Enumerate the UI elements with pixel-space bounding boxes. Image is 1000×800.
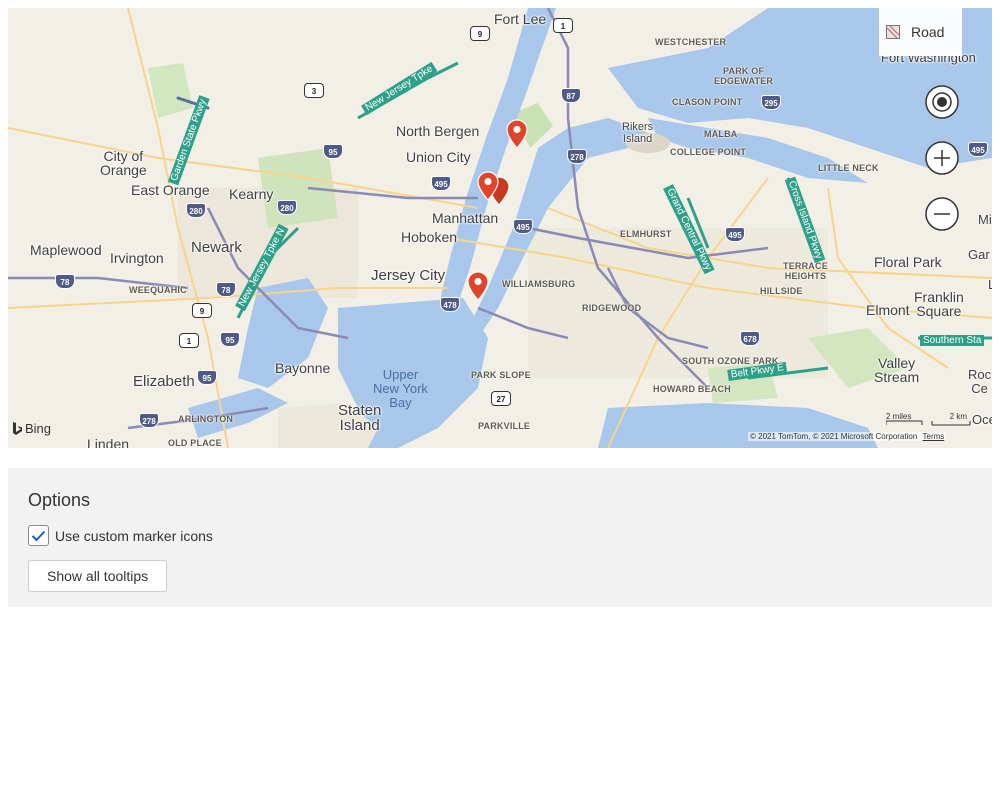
route-shield-280b: 280 <box>277 200 297 215</box>
label-howard-beach: HOWARD BEACH <box>653 384 731 394</box>
route-shield-278: 278 <box>567 149 587 164</box>
route-shield-95: 95 <box>323 144 343 159</box>
route-shield-3: 3 <box>304 83 324 98</box>
map-marker-pin[interactable] <box>506 119 528 149</box>
terms-link[interactable]: Terms <box>923 432 945 441</box>
label-old-place: OLD PLACE <box>168 438 222 448</box>
show-all-tooltips-button[interactable]: Show all tooltips <box>28 560 168 592</box>
map-style-label: Road <box>911 24 945 40</box>
custom-icons-option[interactable]: Use custom marker icons <box>28 525 972 546</box>
route-shield-78b: 78 <box>216 282 236 297</box>
label-newark: Newark <box>191 239 242 256</box>
label-park-slope: PARK SLOPE <box>471 370 531 380</box>
checkmark-icon <box>31 530 46 541</box>
label-kearny: Kearny <box>229 186 274 202</box>
label-east-orange: East Orange <box>131 182 210 198</box>
route-shield-95c: 95 <box>197 370 217 385</box>
label-rikers-island: Rikers Island <box>622 121 654 145</box>
custom-icons-checkbox[interactable] <box>28 525 49 546</box>
label-edge-l: L <box>988 277 992 292</box>
options-panel: Options Use custom marker icons Show all… <box>8 468 992 607</box>
map-marker-pin[interactable] <box>477 171 499 201</box>
label-irvington: Irvington <box>110 250 164 266</box>
label-arlington: ARLINGTON <box>178 414 234 424</box>
route-shield-495b: 495 <box>513 219 533 234</box>
label-parkville: PARKVILLE <box>478 421 531 431</box>
label-ridgewood: RIDGEWOOD <box>582 303 642 313</box>
route-shield-278b: 278 <box>139 413 159 428</box>
label-edge-roc: Roc Ce <box>968 367 992 396</box>
map-marker-pin[interactable] <box>467 271 489 301</box>
label-upper-ny-bay: Upper New York Bay <box>373 367 428 410</box>
route-shield-78a: 78 <box>55 274 75 289</box>
scale-line <box>886 420 971 426</box>
label-floral-park: Floral Park <box>874 254 942 270</box>
label-elmont: Elmont <box>866 302 910 318</box>
label-williamsburg: WILLIAMSBURG <box>502 279 576 289</box>
label-little-neck: LITTLE NECK <box>818 163 879 173</box>
road-style-icon <box>886 25 900 39</box>
copyright-text: © 2021 TomTom, © 2021 Microsoft Corporat… <box>750 432 918 441</box>
route-shield-495: 495 <box>431 176 451 191</box>
map-view[interactable]: Fort Lee North Bergen Union City City of… <box>8 8 992 448</box>
label-clason-point: CLASON POINT <box>672 97 743 107</box>
label-bayonne: Bayonne <box>275 360 331 376</box>
zoom-out-button[interactable] <box>922 194 962 234</box>
label-elmhurst: ELMHURST <box>620 229 672 239</box>
map-copyright: © 2021 TomTom, © 2021 Microsoft Corporat… <box>748 432 947 441</box>
label-edge-mi: Mi <box>978 212 992 227</box>
route-shield-1b: 1 <box>179 333 199 348</box>
label-southern-state: Southern Sta <box>920 335 985 346</box>
route-shield-87: 87 <box>561 88 581 103</box>
route-shield-27: 27 <box>491 391 511 406</box>
label-fort-lee: Fort Lee <box>494 11 547 27</box>
label-edge-oce: Oce <box>972 412 992 427</box>
route-shield-495-edge: 495 <box>968 142 988 157</box>
label-franklin-square: Franklin Square <box>914 289 964 319</box>
label-westchester: WESTCHESTER <box>655 37 727 47</box>
custom-icons-label: Use custom marker icons <box>55 527 213 544</box>
label-manhattan: Manhattan <box>432 210 499 226</box>
label-hoboken: Hoboken <box>401 229 458 245</box>
label-park-of-edgewater: PARK OF EDGEWATER <box>714 66 774 86</box>
map-style-button[interactable]: Road <box>879 8 962 56</box>
label-jersey-city: Jersey City <box>371 267 446 284</box>
locate-me-button[interactable] <box>922 82 962 122</box>
label-college-point: COLLEGE POINT <box>670 147 747 157</box>
bing-logo: Bing <box>12 421 51 436</box>
options-title: Options <box>28 490 91 510</box>
label-linden: Linden <box>87 436 130 448</box>
label-union-city: Union City <box>406 149 471 165</box>
route-shield-280a: 280 <box>186 203 206 218</box>
bing-label: Bing <box>25 421 52 436</box>
scale-bar: 2 miles 2 km <box>886 408 972 428</box>
bing-b-icon <box>13 421 22 435</box>
route-shield-95b: 95 <box>220 332 240 347</box>
route-shield-495c: 495 <box>725 227 745 242</box>
zoom-in-button[interactable] <box>922 138 962 178</box>
route-shield-478: 478 <box>440 297 460 312</box>
label-elizabeth: Elizabeth <box>133 373 195 390</box>
route-shield-9: 9 <box>470 26 490 41</box>
label-maplewood: Maplewood <box>30 242 102 258</box>
route-shield-1: 1 <box>553 18 573 33</box>
label-weequahic: WEEQUAHIC <box>129 285 187 295</box>
label-valley-stream: Valley Stream <box>874 355 920 385</box>
route-shield-678: 678 <box>740 331 760 346</box>
label-malba: MALBA <box>704 129 738 139</box>
route-shield-9b: 9 <box>192 303 212 318</box>
label-edge-gar: Gar <box>968 247 990 262</box>
route-shield-295: 295 <box>761 95 781 110</box>
label-terrace-heights: TERRACE HEIGHTS <box>783 261 828 281</box>
label-city-of-orange: City of Orange <box>100 148 147 178</box>
label-north-bergen: North Bergen <box>396 123 480 139</box>
label-hillside: HILLSIDE <box>760 286 803 296</box>
